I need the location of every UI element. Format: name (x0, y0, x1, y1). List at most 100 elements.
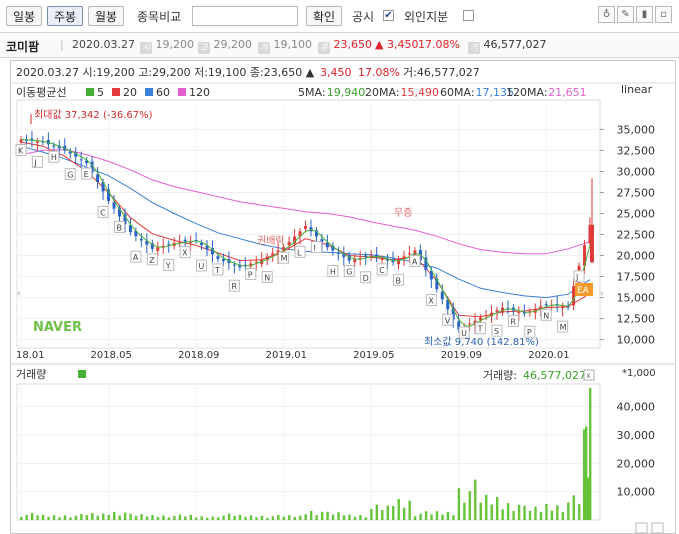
x-tick-label: 2018.09 (178, 350, 219, 361)
volume-bar (545, 504, 548, 520)
candle-body (216, 256, 220, 259)
volume-bar (195, 517, 198, 520)
volume-bar (222, 515, 225, 520)
volume-bar (85, 515, 89, 520)
candle-body (79, 159, 83, 161)
volume-bar (178, 514, 182, 520)
volume-bar (173, 516, 176, 520)
price-tick-label: 25,000 (617, 207, 656, 220)
event-marker-letter: J (575, 273, 578, 282)
volume-bar (91, 513, 94, 520)
event-marker-letter: B (396, 276, 402, 285)
volume-bar (184, 516, 187, 520)
zoom-in-icon[interactable] (651, 522, 664, 534)
event-marker-letter: Y (165, 261, 171, 270)
candle-body (35, 141, 39, 143)
volume-bar (561, 512, 565, 520)
event-marker-letter: C (100, 208, 106, 217)
candle-body (221, 258, 225, 261)
chart-volume-text: 거:46,577,027 (403, 66, 480, 79)
event-marker-letter: R (231, 282, 237, 291)
price-tick-label: 32,500 (617, 144, 656, 157)
volume-bar (167, 517, 171, 520)
volume-close-glyph: x (586, 371, 591, 380)
ma-value: 21,651 (548, 86, 587, 99)
volume-bar (304, 514, 307, 520)
volume-bar (353, 516, 357, 520)
event-marker-letter: M (281, 254, 288, 263)
ma-value-label: 60MA: (440, 86, 475, 99)
price-tick-label: 17,500 (617, 271, 656, 284)
volume-y-axis: 10,000 20,000 30,000 40,000 (617, 401, 656, 499)
event-marker-letter: A (412, 257, 418, 266)
scroll-left-icon[interactable]: ‹ (17, 289, 21, 299)
volume-bar (490, 504, 493, 520)
price-tick-label: 12,500 (617, 313, 656, 326)
event-marker-letter: I (313, 244, 315, 253)
candle-body (167, 243, 171, 245)
volume-bar (572, 495, 575, 520)
volume-bar (578, 504, 581, 520)
candle-body (440, 291, 444, 300)
ma-value-label: 20MA: (365, 86, 400, 99)
min-label: 최소값 9,740 (142.81%) (424, 336, 539, 348)
candle-body (484, 315, 488, 317)
candle-body (468, 323, 472, 325)
volume-bar (20, 516, 23, 520)
volume-bar (249, 515, 253, 520)
volume-bar (113, 511, 116, 520)
volume-bar (52, 515, 56, 520)
event-marker-letter: N (264, 274, 270, 283)
volume-bar (386, 505, 389, 520)
volume-bar (134, 515, 138, 520)
price-tick-label: 20,000 (617, 250, 656, 263)
candle-body (380, 258, 384, 260)
ma-legend-swatch (145, 88, 153, 96)
volume-bar (315, 515, 318, 520)
candle-body (364, 255, 368, 257)
volume-bar (567, 502, 570, 520)
volume-bar (413, 516, 417, 520)
chart-ohlc-text: 2020.03.27 시:19,200 고:29,200 저:19,100 종:… (16, 66, 315, 79)
zoom-out-icon[interactable] (635, 522, 648, 534)
ma-value: 15,490 (401, 86, 440, 99)
volume-bar (200, 516, 203, 520)
volume-bar (233, 515, 236, 520)
volume-bar (244, 516, 247, 520)
ma-title: 이동평균선 (16, 86, 67, 99)
volume-bar (381, 510, 384, 520)
event-marker-letter: X (182, 249, 188, 258)
volume-bar (463, 502, 466, 520)
candle-body (304, 226, 307, 229)
candle-body (96, 174, 100, 182)
volume-bar (47, 516, 50, 520)
volume-bar (556, 505, 559, 520)
event-marker-letter: R (510, 318, 516, 327)
candle-body (517, 312, 521, 314)
volume-bar (238, 514, 242, 520)
volume-bar (288, 515, 291, 520)
volume-bar (227, 513, 231, 520)
volume-bar (506, 503, 510, 520)
volume-bar (348, 514, 351, 520)
volume-bar (216, 517, 220, 520)
volume-tick-label: 20,000 (617, 457, 656, 470)
volume-bar (446, 511, 450, 520)
volume-bar (299, 515, 302, 520)
volume-bar (474, 479, 477, 520)
ma-legend-label: 120 (189, 86, 210, 99)
volume-bar (392, 505, 395, 520)
volume-bar (397, 498, 400, 520)
scroll-right-icon[interactable]: › (600, 289, 604, 299)
volume-bar (156, 517, 160, 520)
volume-bar (517, 504, 521, 520)
volume-bar (424, 511, 428, 520)
event-marker-letter: V (445, 316, 451, 325)
scale-label[interactable]: linear (621, 83, 653, 96)
volume-bar (408, 500, 411, 520)
candle-body (495, 310, 499, 312)
stock-chart[interactable]: 2020.03.27 시:19,200 고:29,200 저:19,100 종:… (0, 0, 679, 534)
volume-bar (342, 515, 346, 520)
volume-bar (260, 515, 264, 520)
volume-bar (69, 517, 72, 520)
